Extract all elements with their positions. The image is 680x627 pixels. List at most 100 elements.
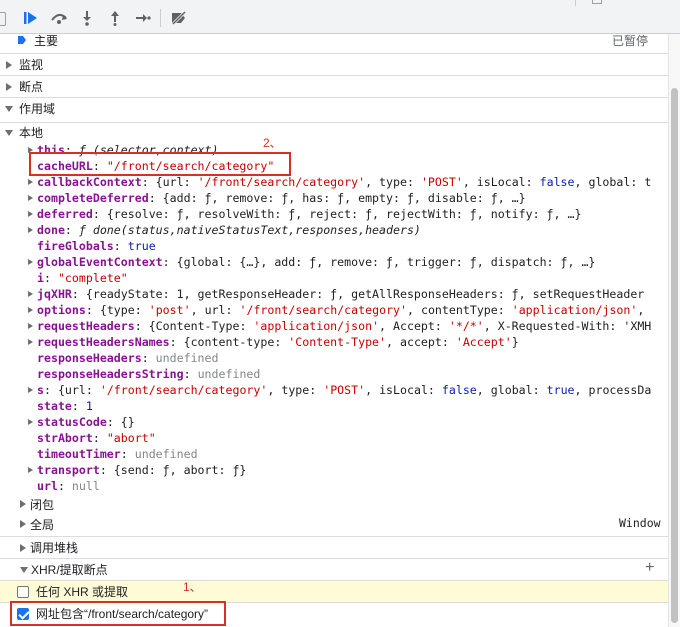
- collapsed-arrow-icon: [20, 500, 26, 508]
- property-value: {content-type: 'Content-Type', accept: '…: [184, 335, 519, 349]
- property-key: url: [37, 479, 58, 493]
- property-separator: :: [57, 479, 72, 493]
- call-stack-section-header[interactable]: 调用堆栈: [0, 536, 668, 558]
- watch-section-header[interactable]: 监视: [0, 53, 668, 75]
- property-key: jqXHR: [37, 287, 72, 301]
- scope-property-row[interactable]: transport: {send: ƒ, abort: ƒ}: [0, 462, 668, 478]
- thread-main-row[interactable]: 主要 已暂停: [0, 34, 668, 48]
- scope-property-row[interactable]: statusCode: {}: [0, 414, 668, 430]
- any-xhr-label: 任何 XHR 或提取: [36, 585, 129, 599]
- property-separator: :: [43, 383, 58, 397]
- property-key: responseHeadersString: [37, 367, 184, 381]
- scope-property-row[interactable]: callbackContext: {url: '/front/search/ca…: [0, 174, 668, 190]
- value-fragment: , isLocal: false, global: t: [462, 175, 652, 189]
- expand-arrow-icon[interactable]: [28, 467, 33, 473]
- expand-arrow-icon[interactable]: [28, 387, 33, 393]
- property-key: i: [37, 271, 44, 285]
- property-separator: :: [43, 271, 58, 285]
- property-key: transport: [37, 463, 100, 477]
- expand-arrow-icon[interactable]: [28, 259, 33, 265]
- property-key: options: [37, 303, 86, 317]
- expand-arrow-icon[interactable]: [28, 179, 33, 185]
- value-fragment: , type:: [365, 175, 421, 189]
- scope-property-row[interactable]: requestHeaders: {Content-Type: 'applicat…: [0, 318, 668, 334]
- local-scope-header[interactable]: 本地: [0, 122, 668, 142]
- scope-property-row[interactable]: deferred: {resolve: ƒ, resolveWith: ƒ, r…: [0, 206, 668, 222]
- scope-property-row[interactable]: completeDeferred: {add: ƒ, remove: ƒ, ha…: [0, 190, 668, 206]
- step-over-button[interactable]: [48, 9, 70, 27]
- value-fragment: 'application/json': [253, 319, 380, 333]
- scope-property-row: fireGlobals: true: [0, 238, 668, 254]
- property-key: s: [37, 383, 44, 397]
- property-separator: :: [162, 255, 177, 269]
- expand-arrow-icon[interactable]: [28, 195, 33, 201]
- scope-property-row[interactable]: requestHeadersNames: {content-type: 'Con…: [0, 334, 668, 350]
- property-key: requestHeaders: [37, 319, 135, 333]
- scope-property-row[interactable]: done: ƒ done(status,nativeStatusText,res…: [0, 222, 668, 238]
- scrollbar-thumb[interactable]: [671, 88, 678, 623]
- scope-property-row: url: null: [0, 478, 668, 494]
- step-button[interactable]: [132, 9, 154, 27]
- value-fragment: , type:: [267, 383, 324, 397]
- value-fragment: }: [511, 335, 519, 349]
- value-fragment: , url:: [190, 303, 240, 317]
- deactivate-breakpoints-button[interactable]: [168, 9, 190, 27]
- property-value: ƒ done(status,nativeStatusText,responses…: [78, 223, 421, 237]
- expand-arrow-icon[interactable]: [28, 291, 33, 297]
- property-key: globalEventContext: [37, 255, 163, 269]
- xhr-breakpoint-any[interactable]: 任何 XHR 或提取: [0, 580, 668, 602]
- property-separator: :: [148, 191, 163, 205]
- global-value: Window: [619, 516, 661, 530]
- global-scope-header[interactable]: 全局: [0, 515, 668, 533]
- value-fragment: 'POST': [323, 383, 366, 397]
- value-fragment: '/front/search/category': [99, 383, 268, 397]
- expand-arrow-icon[interactable]: [28, 211, 33, 217]
- expand-arrow-icon[interactable]: [28, 323, 33, 329]
- expand-arrow-icon[interactable]: [28, 307, 33, 313]
- step-into-button[interactable]: [76, 9, 98, 27]
- scope-property-row[interactable]: globalEventContext: {global: {…}, add: ƒ…: [0, 254, 668, 270]
- property-key: responseHeaders: [37, 351, 142, 365]
- property-value: {}: [120, 415, 135, 429]
- property-key: completeDeferred: [37, 191, 149, 205]
- expand-arrow-icon[interactable]: [28, 339, 33, 345]
- value-fragment: '/front/search/category': [239, 303, 408, 317]
- scope-property-row[interactable]: jqXHR: {readyState: 1, getResponseHeader…: [0, 286, 668, 302]
- property-value: {send: ƒ, abort: ƒ}: [113, 463, 247, 477]
- property-value: {readyState: 1, getResponseHeader: ƒ, ge…: [85, 287, 645, 301]
- any-xhr-checkbox[interactable]: [17, 585, 29, 598]
- value-fragment: 'Accept': [455, 335, 512, 349]
- value-fragment: 'post': [148, 303, 191, 317]
- property-value: null: [71, 479, 100, 493]
- collapsed-arrow-icon: [20, 520, 26, 528]
- xhr-breakpoints-section-header[interactable]: XHR/提取断点: [0, 558, 668, 580]
- scope-property-row[interactable]: options: {type: 'post', url: '/front/sea…: [0, 302, 668, 318]
- breakpoints-section-header[interactable]: 断点: [0, 75, 668, 97]
- watch-label: 监视: [19, 58, 44, 72]
- value-fragment: {url:: [155, 175, 198, 189]
- add-xhr-breakpoint-button[interactable]: +: [645, 559, 654, 577]
- property-key: timeoutTimer: [37, 447, 121, 461]
- expand-arrow-icon[interactable]: [28, 227, 33, 233]
- value-fragment: , X-Requested-With: 'XMH: [483, 319, 652, 333]
- property-separator: :: [71, 399, 86, 413]
- property-key: requestHeadersNames: [37, 335, 170, 349]
- scope-label: 作用域: [19, 102, 56, 116]
- scope-section-header[interactable]: 作用域: [0, 97, 668, 119]
- step-out-button[interactable]: [104, 9, 126, 27]
- resume-icon: [24, 12, 37, 24]
- property-value: {add: ƒ, remove: ƒ, has: ƒ, empty: ƒ, di…: [162, 191, 526, 205]
- property-separator: :: [99, 463, 114, 477]
- expanded-arrow-icon: [20, 566, 28, 573]
- breakpoints-label: 断点: [19, 80, 44, 94]
- value-fragment: {content-type:: [183, 335, 289, 349]
- closure-scope-header[interactable]: 闭包: [0, 495, 668, 513]
- resume-button[interactable]: [20, 9, 42, 27]
- call-stack-label: 调用堆栈: [30, 541, 79, 555]
- expand-arrow-icon[interactable]: [28, 419, 33, 425]
- value-fragment: , isLocal: false, global: true, processD…: [365, 383, 652, 397]
- scope-property-row[interactable]: s: {url: '/front/search/category', type:…: [0, 382, 668, 398]
- property-value: {Content-Type: 'application/json', Accep…: [149, 319, 652, 333]
- property-separator: :: [92, 431, 107, 445]
- value-fragment: , accept:: [386, 335, 456, 349]
